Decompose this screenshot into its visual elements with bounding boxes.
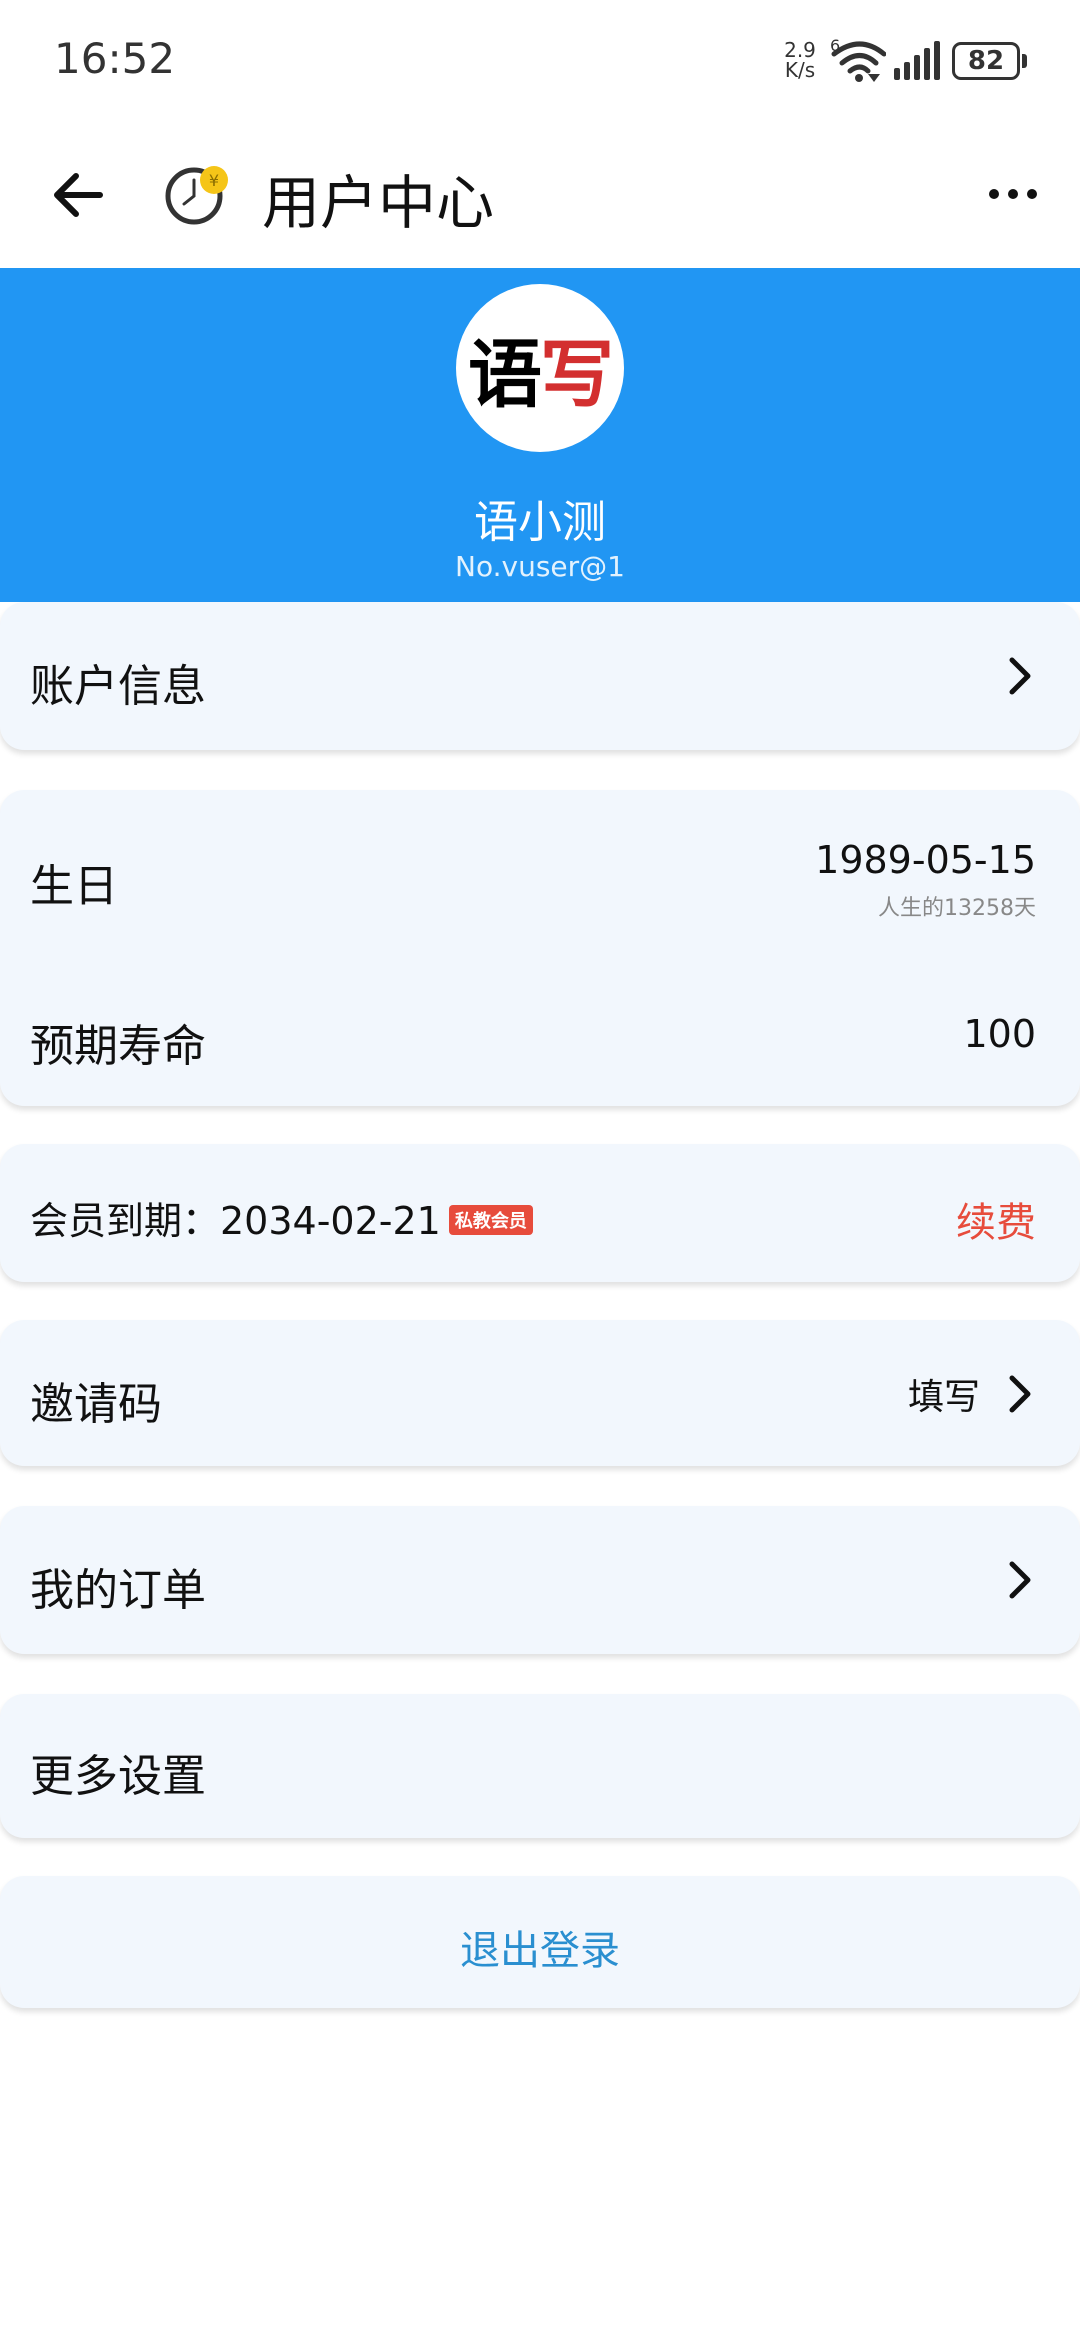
birthday-life-card: 生日 1989-05-15 人生的13258天 预期寿命 100 [0,790,1080,1106]
invite-code-row[interactable]: 邀请码 填写 [0,1320,1080,1466]
more-settings-row[interactable]: 更多设置 [0,1694,1080,1838]
invite-code-label: 邀请码 [30,1379,162,1430]
birthday-days: 人生的13258天 [878,896,1036,921]
chevron-right-icon [1009,1561,1031,1599]
status-bar: 16:52 2.9 K/s 6 82 [0,0,1080,120]
user-id: No.vuser@1 [455,550,625,583]
signal-icon [892,40,942,82]
membership-expiry: 会员到期：2034-02-21 私教会员 [30,1190,533,1245]
wifi-badge: 6 [830,36,841,55]
birthday-label: 生日 [30,861,118,912]
more-horizontal-icon [989,189,1037,199]
account-info-label: 账户信息 [30,661,206,712]
life-expectancy-row[interactable]: 预期寿命 100 [0,948,1080,1106]
app-bar: ¥ 用户中心 [0,120,1080,268]
more-button[interactable] [980,164,1050,224]
logout-button[interactable]: 退出登录 [0,1918,1080,1976]
user-center-screen: 16:52 2.9 K/s 6 82 ¥ 用户中心 语写 语小测 No.vuse… [0,0,1080,2331]
membership-row: 会员到期：2034-02-21 私教会员 续费 [0,1144,1080,1282]
back-button[interactable] [44,160,114,230]
user-name: 语小测 [474,497,606,548]
battery-tip [1022,54,1027,68]
account-info-row[interactable]: 账户信息 [0,602,1080,750]
battery-icon: 82 [952,42,1020,80]
avatar-char-2: 写 [540,331,614,418]
chevron-right-icon [1009,657,1031,695]
renew-button[interactable]: 续费 [956,1190,1036,1248]
avatar[interactable]: 语写 [456,284,624,452]
life-expectancy-value: 100 [963,1012,1036,1056]
arrow-left-icon [54,173,103,217]
membership-expiry-text: 会员到期：2034-02-21 [30,1199,441,1243]
my-orders-row[interactable]: 我的订单 [0,1506,1080,1654]
chevron-right-icon [1009,1375,1031,1413]
avatar-char-1: 语 [468,331,542,418]
membership-badge: 私教会员 [448,1204,533,1235]
logout-row: 退出登录 [0,1876,1080,2008]
clock-coin-icon: ¥ [164,158,236,230]
birthday-value: 1989-05-15 [815,838,1036,882]
net-speed-unit: K/s [784,58,816,82]
net-speed-value: 2.9 [784,38,816,62]
wifi-icon: 6 [830,36,887,86]
net-speed: 2.9 K/s [782,40,818,80]
more-settings-label: 更多设置 [30,1751,206,1802]
svg-text:¥: ¥ [209,171,219,190]
my-orders-label: 我的订单 [30,1565,206,1616]
birthday-row[interactable]: 生日 1989-05-15 人生的13258天 [0,790,1080,948]
life-expectancy-label: 预期寿命 [30,1021,206,1072]
avatar-logo-text: 语写 [468,315,614,422]
page-title: 用户中心 [262,169,495,237]
status-time: 16:52 [54,34,176,83]
profile-header: 语写 语小测 No.vuser@1 [0,268,1080,602]
invite-fill-text: 填写 [907,1377,980,1418]
